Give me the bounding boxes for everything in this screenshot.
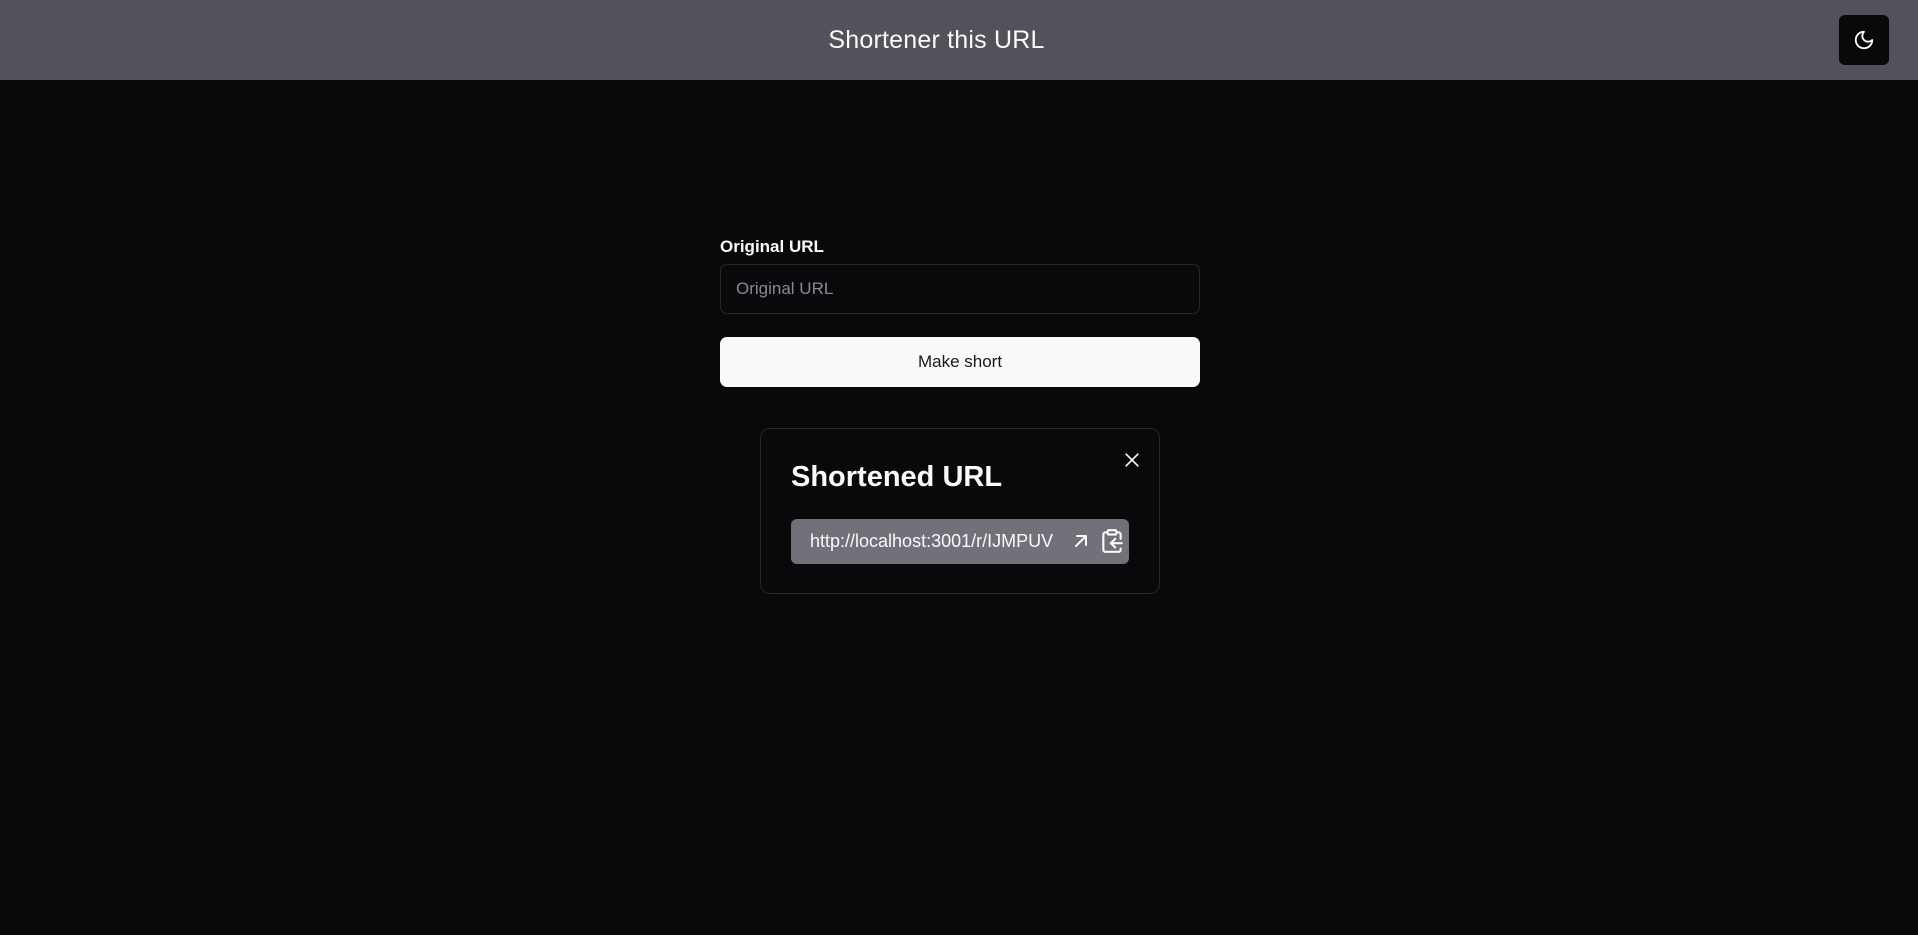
open-link-button[interactable] xyxy=(1069,529,1093,553)
original-url-label: Original URL xyxy=(720,237,824,256)
shortened-url-title: Shortened URL xyxy=(791,461,1003,493)
make-short-button[interactable]: Make short xyxy=(720,337,1200,387)
moon-icon xyxy=(1854,30,1874,50)
close-icon xyxy=(1125,453,1139,467)
arrow-up-right-icon xyxy=(1075,535,1087,547)
theme-toggle-button[interactable] xyxy=(1839,15,1889,65)
clipboard-copy-icon xyxy=(1102,529,1123,553)
shortened-url-card: Shortened URL http://localhost:3001/r/IJ… xyxy=(760,428,1160,594)
copy-button[interactable] xyxy=(1099,528,1125,554)
original-url-input[interactable] xyxy=(720,264,1200,314)
top-bar: Shortener this URL xyxy=(0,0,1918,80)
short-url-box: http://localhost:3001/r/IJMPUV xyxy=(791,519,1129,564)
shorten-form: Original URL Make short xyxy=(720,237,1200,387)
app-title: Shortener this URL xyxy=(828,25,1045,54)
close-button[interactable] xyxy=(1117,445,1147,475)
short-url-text[interactable]: http://localhost:3001/r/IJMPUV xyxy=(810,531,1053,552)
